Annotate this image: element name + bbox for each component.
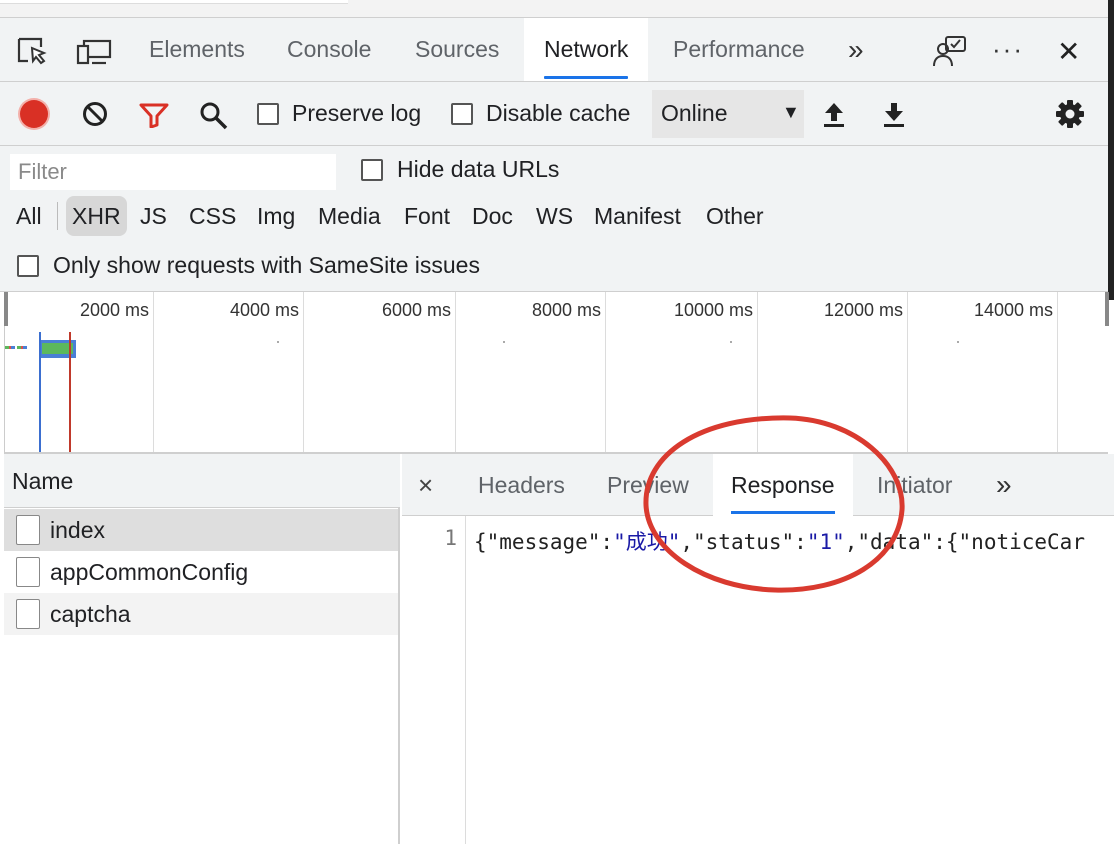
timeline-right-handle[interactable] [1105,292,1109,326]
request-name: index [50,517,105,543]
annotation-circle [643,415,905,593]
timeline-dot [957,341,959,343]
samesite-checkbox[interactable] [17,255,39,277]
clear-icon[interactable] [82,101,108,127]
file-icon [16,515,40,545]
more-tabs-button[interactable]: » [828,18,884,81]
filter-divider [57,202,58,230]
hide-data-urls-label: Hide data URLs [397,156,560,182]
timeline-tick-label: 14000 ms [973,300,1053,320]
timeline-gridline [153,292,154,452]
timeline-tick-label: 4000 ms [229,300,299,320]
filter-icon[interactable] [139,102,169,129]
line-number-gutter: 1 [402,516,466,844]
preserve-log-label: Preserve log [292,100,422,126]
feedback-icon[interactable] [932,34,968,68]
filter-type-media[interactable]: Media [312,196,387,236]
load-event-marker [69,332,71,452]
filter-type-other[interactable]: Other [700,196,770,236]
disable-cache-checkbox[interactable] [451,103,473,125]
file-icon [16,599,40,629]
timeline-tick-label: 12000 ms [823,300,903,320]
preserve-log-checkbox[interactable] [257,103,279,125]
network-toolbar: Preserve log Disable cache Online ▼ [0,82,1108,146]
search-icon[interactable] [199,101,229,131]
filter-type-font[interactable]: Font [398,196,456,236]
timeline-gridline [455,292,456,452]
request-row-index[interactable]: index [4,509,398,551]
request-row-captcha[interactable]: captcha [4,593,398,635]
throttling-value: Online [661,100,728,126]
filter-input[interactable] [10,154,336,190]
browser-top-strip [0,0,1114,18]
devtools-tab-bar: Elements Console Sources Network Perform… [0,18,1108,82]
close-detail-button[interactable]: × [418,470,433,501]
timeline-left-handle[interactable] [4,292,8,326]
browser-tab-edge [0,0,348,4]
throttling-select[interactable]: Online ▼ [652,90,804,138]
filter-type-doc[interactable]: Doc [466,196,519,236]
timeline-tick-label: 6000 ms [381,300,451,320]
name-column-header[interactable]: Name [4,454,400,508]
filter-type-js[interactable]: JS [134,196,173,236]
json-text: {"message": [474,530,614,554]
device-toolbar-icon[interactable] [76,38,112,66]
timeline-dot [503,341,505,343]
gear-icon[interactable] [1055,99,1085,129]
timeline-waiting-segment [5,346,29,349]
tab-performance[interactable]: Performance [653,18,825,81]
timeline-dot [277,341,279,343]
filter-type-xhr[interactable]: XHR [66,196,127,236]
more-detail-tabs-button[interactable]: » [978,454,1030,516]
filter-type-manifest[interactable]: Manifest [588,196,687,236]
timeline-gridline [303,292,304,452]
timeline-tick-label: 2000 ms [79,300,149,320]
filter-type-img[interactable]: Img [251,196,301,236]
file-icon [16,557,40,587]
filter-type-all[interactable]: All [10,196,48,236]
request-name: captcha [50,601,131,627]
tab-elements[interactable]: Elements [129,18,265,81]
timeline-gridline [605,292,606,452]
import-har-icon[interactable] [822,100,846,128]
more-options-button[interactable]: ··· [992,34,1024,65]
line-number: 1 [444,526,457,550]
record-icon[interactable] [20,100,48,128]
disable-cache-label: Disable cache [486,100,631,126]
timeline-tick-label: 10000 ms [673,300,753,320]
hide-data-urls-checkbox[interactable] [361,159,383,181]
tab-network[interactable]: Network [524,18,649,81]
dom-content-loaded-marker [39,332,41,452]
tab-headers[interactable]: Headers [460,454,583,516]
samesite-label: Only show requests with SameSite issues [53,252,480,278]
request-list: Name index appCommonConfig captcha [4,454,400,844]
filter-type-css[interactable]: CSS [183,196,242,236]
tab-sources[interactable]: Sources [395,18,519,81]
request-name: appCommonConfig [50,559,249,585]
close-devtools-button[interactable]: ✕ [1057,35,1080,68]
filter-type-ws[interactable]: WS [530,196,579,236]
tab-console[interactable]: Console [267,18,391,81]
request-row-appcommonconfig[interactable]: appCommonConfig [4,551,398,593]
timeline-tick-label: 8000 ms [531,300,601,320]
chevron-down-icon: ▼ [782,102,800,122]
inspect-element-icon[interactable] [16,36,50,66]
timeline-gridline [1057,292,1058,452]
window-edge [1108,0,1114,300]
export-har-icon[interactable] [882,100,906,128]
timeline-dot [730,341,732,343]
timeline-overview[interactable]: 2000 ms 4000 ms 6000 ms 8000 ms 10000 ms… [4,292,1109,454]
filter-bar: Hide data URLs All XHR JS CSS Img Media … [0,146,1108,292]
